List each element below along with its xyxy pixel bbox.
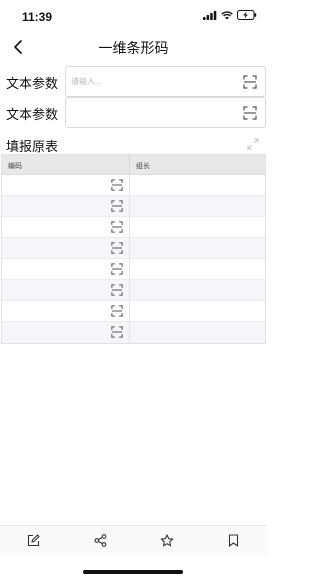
- table-row: [2, 175, 265, 196]
- table-row: [2, 280, 265, 301]
- leader-cell[interactable]: [130, 280, 265, 300]
- report-table: 编码 组长: [1, 154, 266, 344]
- leader-cell[interactable]: [130, 259, 265, 279]
- table-body: [2, 175, 265, 343]
- column-header-leader: 组长: [136, 163, 150, 170]
- text-param-label: 文本参数: [6, 107, 59, 122]
- code-cell[interactable]: [2, 259, 130, 279]
- battery-charging-icon: [237, 10, 257, 20]
- bookmark-icon: [229, 534, 239, 547]
- favorite-button[interactable]: [152, 527, 182, 555]
- text-param-input[interactable]: 请输入...: [65, 66, 266, 97]
- code-cell[interactable]: [2, 175, 130, 195]
- code-cell[interactable]: [2, 217, 130, 237]
- page-title: 一维条形码: [98, 40, 169, 56]
- nav-bar: 一维条形码: [0, 34, 267, 60]
- table-row: [2, 301, 265, 322]
- code-cell[interactable]: [2, 322, 130, 343]
- code-cell[interactable]: [2, 301, 130, 321]
- table-header: 编码 组长: [2, 155, 265, 175]
- code-cell[interactable]: [2, 196, 130, 216]
- column-header-code: 编码: [2, 155, 130, 174]
- leader-cell[interactable]: [130, 238, 265, 258]
- home-area: [0, 555, 267, 579]
- leader-cell[interactable]: [130, 301, 265, 321]
- code-cell[interactable]: [2, 238, 130, 258]
- text-param-label: 文本参数: [6, 76, 59, 91]
- star-icon: [160, 534, 174, 547]
- table-row: [2, 238, 265, 259]
- form-row-text-param-2: 文本参数: [0, 97, 267, 128]
- share-button[interactable]: [85, 527, 115, 555]
- home-indicator: [83, 570, 183, 574]
- text-param-input[interactable]: [65, 97, 266, 128]
- scan-icon[interactable]: [243, 75, 257, 89]
- leader-cell[interactable]: [130, 196, 265, 216]
- scan-icon[interactable]: [243, 106, 257, 120]
- wifi-icon: [221, 10, 233, 20]
- edit-icon: [27, 534, 40, 547]
- report-table-title: 填报原表: [6, 139, 59, 154]
- table-row: [2, 322, 265, 343]
- expand-icon[interactable]: [247, 138, 259, 150]
- scan-icon[interactable]: [111, 200, 123, 212]
- form-row-text-param-1: 文本参数 请输入...: [0, 66, 267, 97]
- input-placeholder: 请输入...: [71, 77, 102, 86]
- status-bar: 11:39: [0, 0, 267, 34]
- scan-icon[interactable]: [111, 326, 123, 338]
- table-row: [2, 217, 265, 238]
- scan-icon[interactable]: [111, 179, 123, 191]
- status-time: 11:39: [22, 10, 53, 24]
- bookmark-button[interactable]: [219, 527, 249, 555]
- scan-icon[interactable]: [111, 242, 123, 254]
- edit-button[interactable]: [18, 527, 48, 555]
- scan-icon[interactable]: [111, 305, 123, 317]
- scan-icon[interactable]: [111, 221, 123, 233]
- code-cell[interactable]: [2, 280, 130, 300]
- scan-icon[interactable]: [111, 263, 123, 275]
- bottom-toolbar: [0, 525, 267, 555]
- signal-icon: [203, 10, 217, 20]
- leader-cell[interactable]: [130, 322, 265, 343]
- leader-cell[interactable]: [130, 175, 265, 195]
- table-row: [2, 259, 265, 280]
- scan-icon[interactable]: [111, 284, 123, 296]
- status-icons: [203, 10, 257, 20]
- share-icon: [94, 534, 106, 547]
- leader-cell[interactable]: [130, 217, 265, 237]
- table-row: [2, 196, 265, 217]
